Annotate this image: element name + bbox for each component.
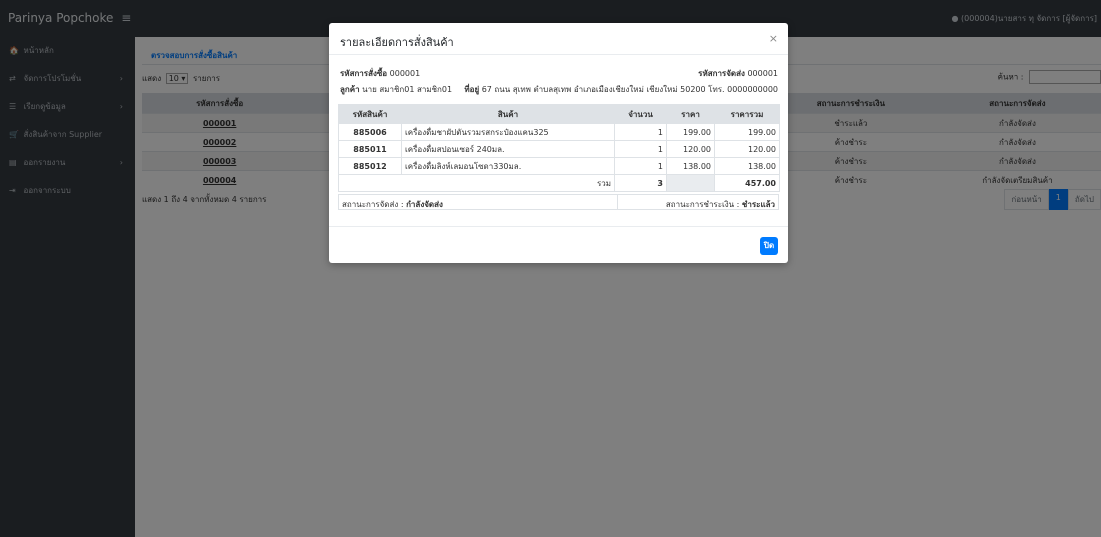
column-header-product: สินค้า (401, 104, 615, 124)
payment-status-info: สถานะการชำระเงิน : ชำระแล้ว (666, 198, 775, 211)
price: 199.00 (666, 123, 715, 141)
table-header-row: รหัสสินค้า สินค้า จำนวน ราคา ราคารวม (338, 104, 780, 124)
address-value: 67 ถนน สุเทพ ตำบลสุเทพ อำเภอเมืองเชียงให… (481, 85, 778, 94)
column-header-product-code: รหัสสินค้า (338, 104, 402, 124)
product-name: เครื่องดื่มชาผัปตันรวมรสกระป๋องแคน325 (401, 123, 615, 141)
modal-footer-divider (329, 226, 788, 227)
line-total: 199.00 (714, 123, 780, 141)
shipping-status-value: กำลังจัดส่ง (406, 200, 443, 209)
quantity: 1 (614, 123, 667, 141)
sum-quantity: 3 (614, 174, 667, 192)
table-sum-row: รวม 3 457.00 (338, 174, 780, 192)
order-id-label: รหัสการสั่งซื้อ (340, 69, 388, 78)
address-label: ที่อยู่ (464, 85, 480, 94)
close-icon[interactable]: × (769, 32, 778, 45)
table-row: 885006 เครื่องดื่มชาผัปตันรวมรสกระป๋องแค… (338, 123, 780, 141)
product-name: เครื่องดื่มสปอนเซอร์ 240มล. (401, 140, 615, 158)
product-code: 885012 (338, 157, 402, 175)
table-row: 885012 เครื่องดื่มลิงห์เลมอนโซดา330มล. 1… (338, 157, 780, 175)
modal-header: รายละเอียดการสั่งสินค้า × (329, 23, 788, 55)
address-info: ที่อยู่ 67 ถนน สุเทพ ตำบลสุเทพ อำเภอเมือ… (464, 83, 778, 96)
customer-value: นาย สมาชิก01 สามชิก01 (362, 85, 453, 94)
order-items-table: รหัสสินค้า สินค้า จำนวน ราคา ราคารวม 885… (338, 104, 780, 192)
order-detail-modal: รายละเอียดการสั่งสินค้า × รหัสการสั่งซื้… (329, 23, 788, 263)
column-header-quantity: จำนวน (614, 104, 667, 124)
line-total: 120.00 (714, 140, 780, 158)
customer-info: ลูกค้า นาย สมาชิก01 สามชิก01 (340, 83, 452, 96)
column-header-total: ราคารวม (714, 104, 780, 124)
divider (617, 195, 618, 209)
payment-status-value: ชำระแล้ว (741, 200, 775, 209)
customer-label: ลูกค้า (340, 85, 360, 94)
shipment-id-label: รหัสการจัดส่ง (698, 69, 745, 78)
price: 138.00 (666, 157, 715, 175)
payment-status-label: สถานะการชำระเงิน : (665, 200, 740, 209)
sum-label: รวม (338, 174, 615, 192)
price: 120.00 (666, 140, 715, 158)
order-id-value: 000001 (389, 69, 421, 78)
shipment-id-value: 000001 (747, 69, 778, 78)
quantity: 1 (614, 140, 667, 158)
status-row: สถานะการจัดส่ง : กำลังจัดส่ง สถานะการชำร… (338, 194, 779, 210)
table-row: 885011 เครื่องดื่มสปอนเซอร์ 240มล. 1 120… (338, 140, 780, 158)
order-id-info: รหัสการสั่งซื้อ 000001 (340, 67, 420, 80)
sum-empty-cell (666, 174, 715, 192)
sum-total: 457.00 (714, 174, 780, 192)
product-code: 885011 (338, 140, 402, 158)
shipment-id-info: รหัสการจัดส่ง 000001 (698, 67, 778, 80)
line-total: 138.00 (714, 157, 780, 175)
product-name: เครื่องดื่มลิงห์เลมอนโซดา330มล. (401, 157, 615, 175)
shipping-status-label: สถานะการจัดส่ง : (342, 200, 404, 209)
shipping-status-info: สถานะการจัดส่ง : กำลังจัดส่ง (342, 198, 443, 211)
modal-title: รายละเอียดการสั่งสินค้า (340, 36, 454, 49)
quantity: 1 (614, 157, 667, 175)
product-code: 885006 (338, 123, 402, 141)
column-header-price: ราคา (666, 104, 715, 124)
close-button[interactable]: ปิด (760, 237, 778, 255)
